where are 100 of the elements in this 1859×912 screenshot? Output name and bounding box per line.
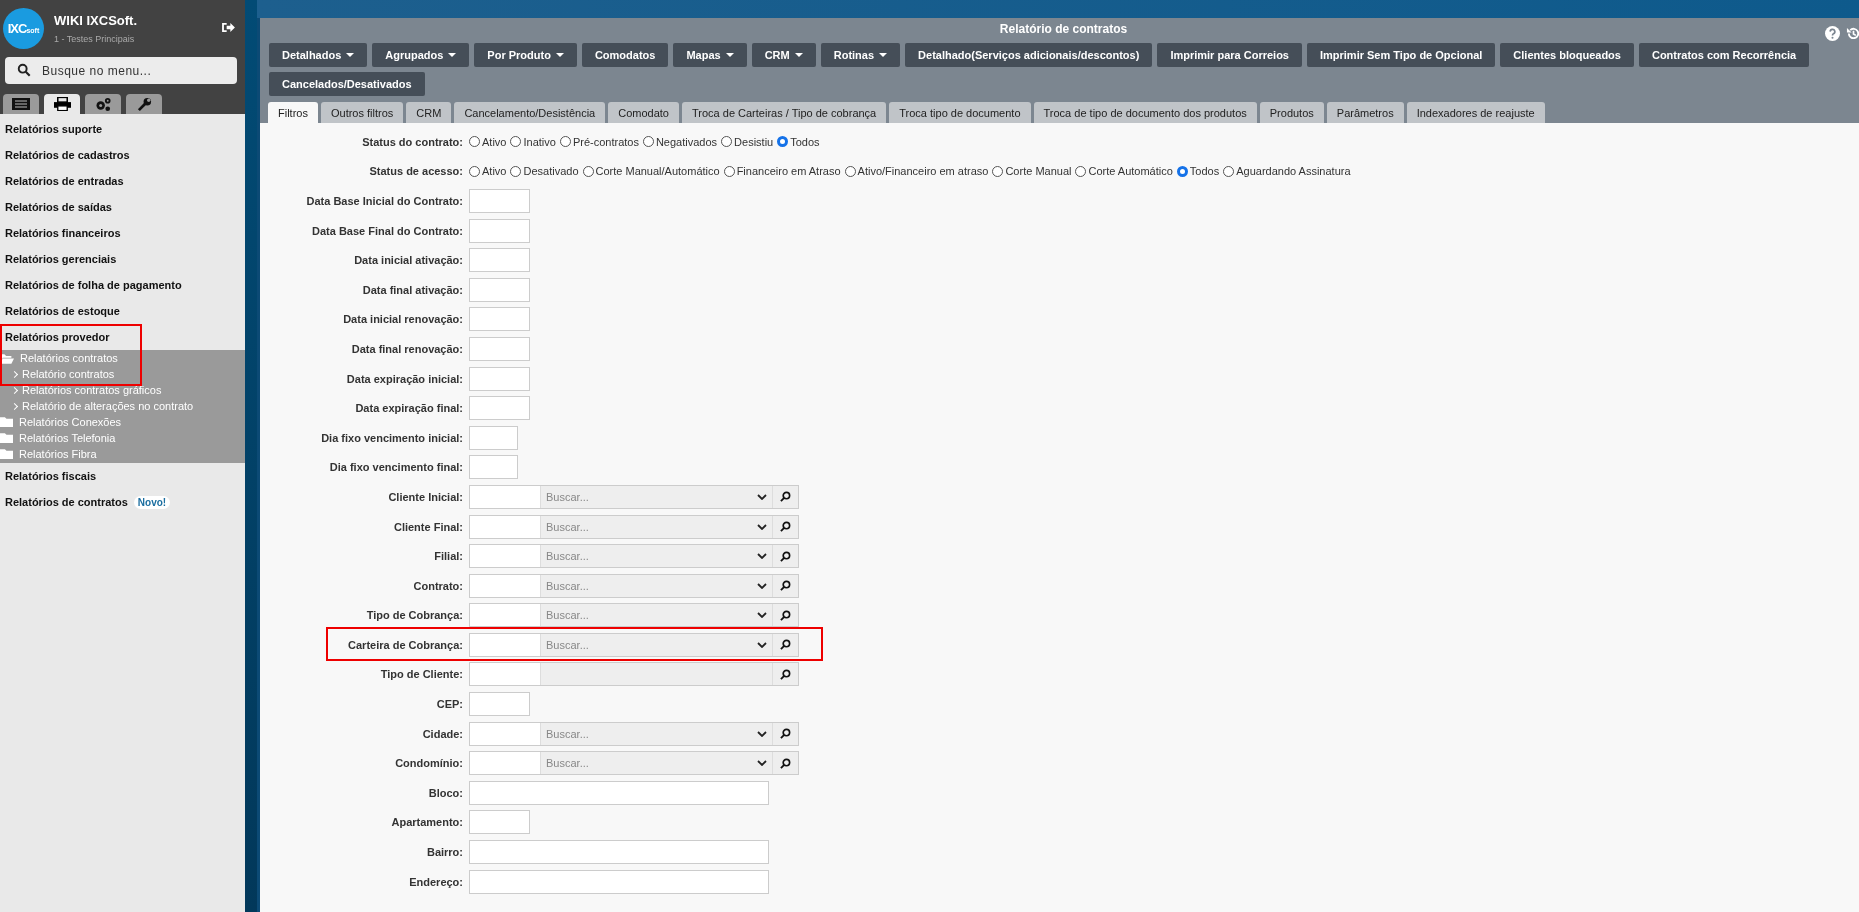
new-badge: Novo! <box>133 495 171 509</box>
field-label: Tipo de Cobrança: <box>365 609 464 622</box>
input-field[interactable] <box>469 692 530 717</box>
field-label: Data inicial ativação: <box>353 254 464 267</box>
radio-button[interactable] <box>642 136 654 148</box>
radio-button[interactable] <box>1176 165 1188 177</box>
toolbar-button[interactable]: Detalhado(Serviços adicionais/descontos) <box>905 43 1153 67</box>
menu-item[interactable]: Relatórios gerenciais <box>0 246 245 272</box>
toolbar-button[interactable]: Rotinas <box>820 43 901 67</box>
code-field[interactable] <box>470 752 541 775</box>
radio-button[interactable] <box>469 165 480 177</box>
radio-button[interactable] <box>721 136 733 148</box>
field-label: Cidade: <box>421 727 464 740</box>
search-field[interactable]: Busque no menu... <box>5 57 237 84</box>
menu-item-label: Relatórios gerenciais <box>5 253 117 265</box>
input-field[interactable] <box>469 869 769 894</box>
window-title: Relatório de contratos <box>999 22 1128 36</box>
tab[interactable]: Comodato <box>608 102 679 123</box>
radio-label: Pré-contratos <box>572 135 639 148</box>
tab[interactable]: Produtos <box>1259 102 1324 123</box>
code-field[interactable] <box>470 722 541 745</box>
field-label: Bairro: <box>425 846 464 859</box>
lookup-field[interactable] <box>469 662 799 687</box>
tab[interactable]: CRM <box>406 102 452 123</box>
sidebar-tab[interactable] <box>85 94 121 114</box>
menu-item[interactable]: Relatórios suporte <box>0 116 245 142</box>
sidebar-tab[interactable] <box>126 94 162 114</box>
toolbar-button[interactable]: Comodatos <box>581 43 669 67</box>
input-field[interactable] <box>469 336 530 361</box>
logout-icon[interactable] <box>222 22 235 33</box>
radio-button[interactable] <box>469 136 480 148</box>
radio-button[interactable] <box>1223 165 1235 177</box>
input-field[interactable] <box>469 366 530 391</box>
code-field[interactable] <box>470 663 541 686</box>
toolbar-button[interactable]: Por Produto <box>474 43 577 67</box>
toolbar-button[interactable]: Imprimir para Correios <box>1157 43 1302 67</box>
menu-item[interactable]: Relatórios provedor <box>0 324 245 350</box>
chevron-down-icon <box>757 493 767 500</box>
input-field[interactable] <box>469 218 530 243</box>
code-field[interactable] <box>470 604 541 627</box>
menu-item-label: Relatórios fiscais <box>5 470 97 482</box>
tab[interactable]: Filtros <box>268 102 318 123</box>
input-field[interactable] <box>469 248 530 273</box>
radio-button[interactable] <box>777 136 789 148</box>
tab[interactable]: Parâmetros <box>1326 102 1404 123</box>
tab[interactable]: Troca de Carteiras / Tipo de cobrança <box>682 102 887 123</box>
search-icon <box>780 550 791 562</box>
input-field[interactable] <box>469 810 530 835</box>
radio-button[interactable] <box>992 165 1004 177</box>
input-field[interactable] <box>469 425 518 450</box>
chevron-down-icon <box>757 612 767 619</box>
radio-button[interactable] <box>723 165 735 177</box>
chevron-down-icon <box>757 582 767 589</box>
tab[interactable]: Troca de tipo de documento dos produtos <box>1033 102 1257 123</box>
code-field[interactable] <box>470 545 541 568</box>
radio-button[interactable] <box>582 165 594 177</box>
input-field[interactable] <box>469 780 769 805</box>
radio-button[interactable] <box>844 165 856 177</box>
radio-button[interactable] <box>559 136 571 148</box>
input-field[interactable] <box>469 307 530 332</box>
toolbar-button[interactable]: Mapas <box>673 43 747 67</box>
menu-item-label: Relatórios financeiros <box>5 227 121 239</box>
radio-button[interactable] <box>510 165 522 177</box>
toolbar-button[interactable]: Cancelados/Desativados <box>269 72 425 96</box>
toolbar-button[interactable]: Imprimir Sem Tipo de Opcional <box>1306 43 1496 67</box>
menu-item[interactable]: Relatórios de saídas <box>0 194 245 220</box>
menu-item[interactable]: Relatórios de entradas <box>0 168 245 194</box>
code-field[interactable] <box>470 633 541 656</box>
tab[interactable]: Indexadores de reajuste <box>1406 102 1545 123</box>
sidebar-tab[interactable] <box>44 94 80 114</box>
code-field[interactable] <box>470 574 541 597</box>
input-field[interactable] <box>469 396 530 421</box>
toolbar-button[interactable]: Clientes bloqueados <box>1500 43 1634 67</box>
sidebar-tab[interactable] <box>3 94 39 114</box>
input-field[interactable] <box>469 840 769 865</box>
toolbar-button[interactable]: CRM <box>751 43 816 67</box>
input-field[interactable] <box>469 189 530 213</box>
radio-label: Todos <box>1189 165 1220 178</box>
input-field[interactable] <box>469 277 530 302</box>
tab[interactable]: Troca tipo de documento <box>889 102 1031 123</box>
menu-item[interactable]: Relatórios de folha de pagamento <box>0 272 245 298</box>
menu-item[interactable]: Relatórios financeiros <box>0 220 245 246</box>
menu-item[interactable]: Relatórios de contratos Novo! <box>0 489 245 515</box>
menu-item[interactable]: Relatórios de cadastros <box>0 142 245 168</box>
help-icon[interactable] <box>1825 26 1840 41</box>
radio-button[interactable] <box>510 136 522 148</box>
search-icon <box>780 609 791 621</box>
input-field[interactable] <box>469 455 518 480</box>
code-field[interactable] <box>470 515 541 538</box>
open-folder-icon <box>0 352 14 364</box>
code-field[interactable] <box>470 485 541 508</box>
tab[interactable]: Outros filtros <box>320 102 404 123</box>
tab[interactable]: Cancelamento/Desistência <box>454 102 606 123</box>
toolbar-button[interactable]: Agrupados <box>372 43 470 67</box>
toolbar-button[interactable]: Detalhados <box>269 43 368 67</box>
menu-item[interactable]: Relatórios fiscais <box>0 463 245 489</box>
menu-item[interactable]: Relatórios de estoque <box>0 298 245 324</box>
history-icon[interactable] <box>1846 26 1859 41</box>
radio-button[interactable] <box>1075 165 1087 177</box>
toolbar-button[interactable]: Contratos com Recorrência <box>1638 43 1810 67</box>
